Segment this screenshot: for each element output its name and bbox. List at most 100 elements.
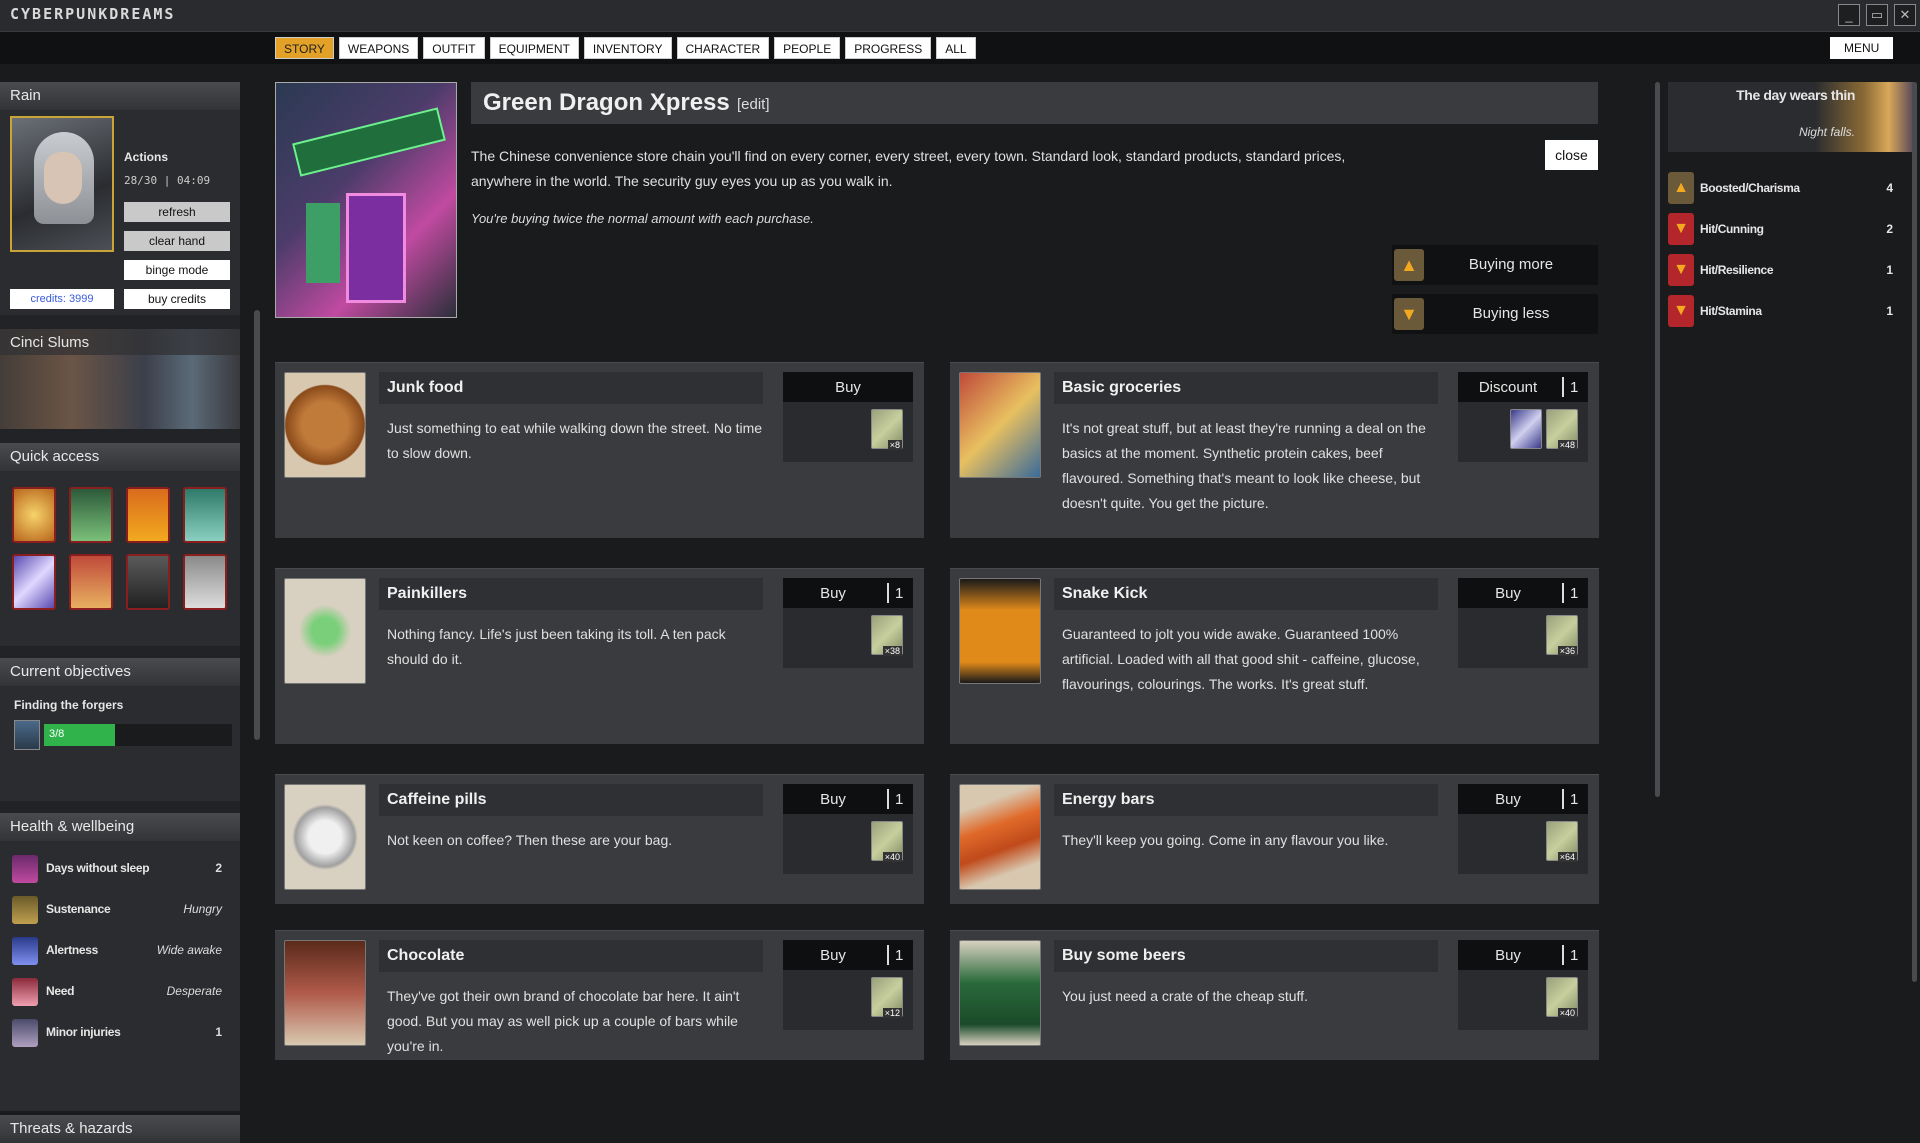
effect-label: Hit/Cunning	[1700, 222, 1764, 236]
edit-link[interactable]: [edit]	[737, 96, 770, 113]
day-subtitle: Night falls.	[1798, 125, 1855, 139]
buy-button[interactable]: Buy 1	[1458, 940, 1588, 970]
health-row-days-without-sleep[interactable]: Days without sleep 2	[12, 853, 228, 885]
item-card-energy-bars: Energy bars They'll keep you going. Come …	[950, 774, 1599, 904]
objective-icon	[14, 720, 40, 750]
item-description: Just something to eat while walking down…	[387, 420, 763, 461]
menu-button[interactable]: MENU	[1830, 37, 1894, 59]
item-title: Painkillers	[379, 578, 763, 610]
character-portrait[interactable]	[10, 116, 114, 252]
buying-more-button[interactable]: ▲ Buying more	[1392, 245, 1598, 285]
health-panel: Days without sleep 2 Sustenance Hungry Alert…	[0, 841, 240, 1111]
buy-label: Buy	[1495, 585, 1521, 602]
tab-progress[interactable]: PROGRESS	[845, 37, 932, 59]
buy-button[interactable]: Buy 1	[783, 940, 913, 970]
health-label: Sustenance	[46, 902, 111, 916]
binge-mode-button[interactable]: binge mode	[124, 260, 230, 280]
minimize-icon[interactable]: _	[1838, 4, 1860, 26]
effect-row-boosted-charisma[interactable]: ▲ Boosted/Charisma 4	[1668, 170, 1913, 206]
buying-less-button[interactable]: ▼ Buying less	[1392, 294, 1598, 334]
health-row-minor-injuries[interactable]: Minor injuries 1	[12, 1017, 228, 1049]
buy-some-beers-image	[959, 940, 1041, 1046]
item-description: Not keen on coffee? Then these are your …	[387, 832, 673, 848]
location-panel[interactable]: Cinci Slums	[0, 329, 240, 429]
close-button[interactable]: close	[1545, 140, 1598, 170]
buy-button[interactable]: Buy	[783, 372, 913, 402]
buy-button[interactable]: Buy 1	[783, 578, 913, 608]
buying-less-label: Buying less	[1472, 305, 1550, 322]
snake-kick-icon[interactable]	[126, 487, 170, 543]
health-value: Wide awake	[156, 943, 222, 957]
tab-equipment[interactable]: EQUIPMENT	[489, 37, 579, 59]
buy-button[interactable]: Discount 1	[1458, 372, 1588, 402]
price-amount: ×64	[1557, 852, 1577, 862]
circuit-icon[interactable]	[183, 487, 227, 543]
refresh-button[interactable]: refresh	[124, 202, 230, 222]
buy-button[interactable]: Buy 1	[1458, 578, 1588, 608]
effect-row-hit-cunning[interactable]: ▼ Hit/Cunning 2	[1668, 211, 1913, 247]
health-title: Health & wellbeing	[0, 813, 240, 841]
bokeh-lights-icon[interactable]	[12, 487, 56, 543]
restore-icon[interactable]: ▭	[1866, 4, 1888, 26]
effect-row-hit-resilience[interactable]: ▼ Hit/Resilience 1	[1668, 252, 1913, 288]
tab-story[interactable]: STORY	[275, 37, 334, 59]
cash-icon[interactable]: ×36	[1546, 615, 1578, 656]
health-row-sustenance[interactable]: Sustenance Hungry	[12, 894, 228, 926]
main-scrollbar[interactable]	[1655, 82, 1660, 797]
groceries-icon[interactable]	[69, 554, 113, 610]
buy-credits-button[interactable]: buy credits	[124, 289, 230, 309]
buy-button[interactable]: Buy 1	[783, 784, 913, 814]
action-counter: 28/30 | 04:09	[124, 174, 211, 187]
arrow-down-icon: ▼	[1668, 213, 1694, 245]
item-title: Junk food	[379, 372, 763, 404]
tab-inventory[interactable]: INVENTORY	[583, 37, 672, 59]
cash-icon[interactable]: ×12	[871, 977, 903, 1018]
health-row-alertness[interactable]: Alertness Wide awake	[12, 935, 228, 967]
pills-icon[interactable]	[183, 554, 227, 610]
objective-name[interactable]: Finding the forgers	[14, 698, 123, 712]
item-description: Nothing fancy. Life's just been taking i…	[387, 626, 726, 667]
energy-drink-icon[interactable]	[69, 487, 113, 543]
tab-weapons[interactable]: WEAPONS	[338, 37, 419, 59]
tab-outfit[interactable]: OUTFIT	[423, 37, 485, 59]
arrow-up-icon: ▲	[1668, 172, 1694, 204]
cash-icon[interactable]: ×8	[871, 409, 903, 450]
health-row-need[interactable]: Need Desperate	[12, 976, 228, 1008]
cash-icon[interactable]: ×48	[1546, 409, 1578, 450]
discount-token-icon[interactable]	[1510, 409, 1542, 449]
clear-hand-button[interactable]: clear hand	[124, 231, 230, 251]
actions-title: Actions	[124, 150, 169, 164]
credits-display[interactable]: credits: 3999	[10, 289, 114, 309]
lightning-icon[interactable]	[12, 554, 56, 610]
item-title: Snake Kick	[1054, 578, 1438, 610]
item-card-junk-food: Junk food Just something to eat while wal…	[275, 362, 924, 538]
cash-icon[interactable]: ×40	[871, 821, 903, 862]
arrow-down-icon: ▼	[1668, 295, 1694, 327]
buy-button[interactable]: Buy 1	[1458, 784, 1588, 814]
item-card-buy-some-beers: Buy some beers You just need a crate of t…	[950, 930, 1599, 1060]
effect-row-hit-stamina[interactable]: ▼ Hit/Stamina 1	[1668, 293, 1913, 329]
buy-box: Buy 1 ×12	[783, 940, 913, 1030]
qty-separator	[887, 789, 889, 809]
cash-icon[interactable]: ×38	[871, 615, 903, 656]
item-card-chocolate: Chocolate They've got their own brand of …	[275, 930, 924, 1060]
item-card-caffeine-pills: Caffeine pills Not keen on coffee? Then t…	[275, 774, 924, 904]
tab-all[interactable]: ALL	[936, 37, 976, 59]
right-scrollbar[interactable]	[1912, 82, 1917, 982]
buy-quantity: 1	[1570, 947, 1579, 964]
qty-separator	[887, 945, 889, 965]
buy-label: Buy	[835, 379, 861, 396]
cash-icon[interactable]: ×40	[1546, 977, 1578, 1018]
effect-label: Hit/Resilience	[1700, 263, 1774, 277]
close-icon[interactable]: ✕	[1894, 4, 1916, 26]
item-title: Chocolate	[379, 940, 763, 972]
painkillers-image	[284, 578, 366, 684]
buy-label: Buy	[1495, 947, 1521, 964]
tab-character[interactable]: CHARACTER	[676, 37, 770, 59]
left-scrollbar[interactable]	[254, 310, 260, 740]
cash-icon[interactable]: ×64	[1546, 821, 1578, 862]
item-card-painkillers: Painkillers Nothing fancy. Life's just be…	[275, 568, 924, 744]
device-icon[interactable]	[126, 554, 170, 610]
tab-people[interactable]: PEOPLE	[774, 37, 841, 59]
buy-quantity: 1	[1570, 585, 1579, 602]
